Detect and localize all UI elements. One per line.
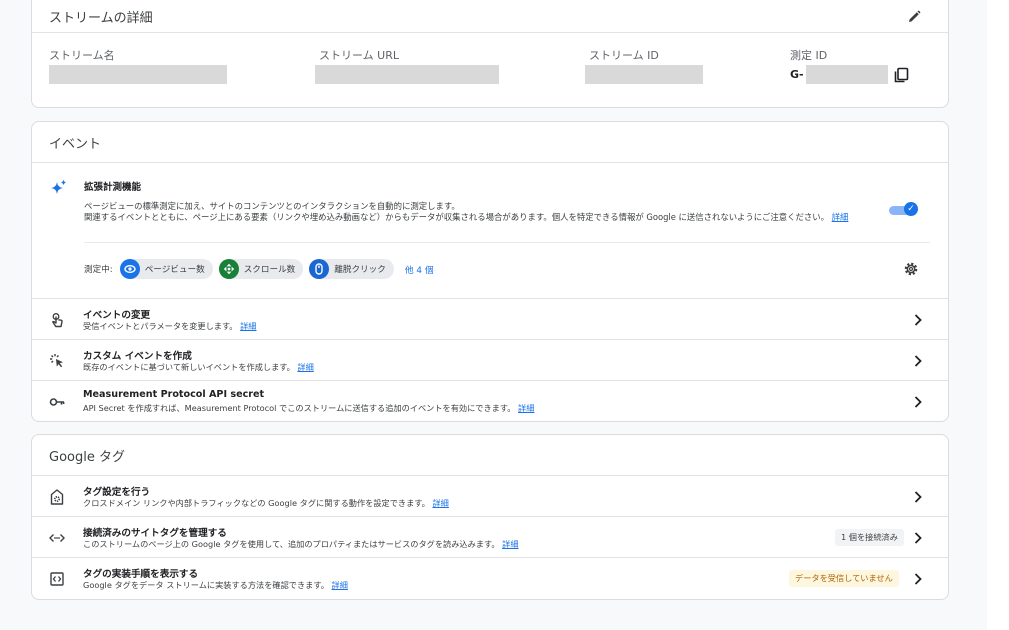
stream-id-field: ストリーム ID — [585, 47, 703, 84]
more-events-link[interactable]: 他 4 個 — [405, 263, 434, 276]
chip-outbound-clicks[interactable]: 離脱クリック — [309, 259, 394, 279]
connected-count-badge: 1 個を接続済み — [835, 529, 904, 546]
enhanced-measurement-section: 拡張計測機能 ページビューの標準測定に加え、サイトのコンテンツとのインタラクショ… — [32, 163, 948, 299]
enhanced-measurement-details-link[interactable]: 詳細 — [832, 212, 849, 222]
events-card: イベント 拡張計測機能 ページビューの標準測定に加え、サイトのコンテンツとのイン… — [31, 121, 949, 422]
scroll-compass-icon — [218, 259, 239, 279]
manage-connected-site-tags-row[interactable]: 接続済みのサイトタグを管理する このストリームのページ上の Google タグを… — [32, 517, 948, 558]
tag-settings-icon — [50, 489, 64, 505]
create-custom-event-row[interactable]: カスタム イベントを作成 既存のイベントに基づいて新しいイベントを作成します。 … — [32, 340, 948, 381]
manage-connected-site-tags-details-link[interactable]: 詳細 — [502, 539, 518, 549]
touch-hand-icon — [52, 313, 63, 328]
measurement-id-prefix: G- — [790, 68, 804, 81]
enhanced-measurement-title: 拡張計測機能 — [84, 182, 142, 193]
modify-events-details-link[interactable]: 詳細 — [240, 321, 256, 331]
code-arrows-icon — [49, 534, 65, 542]
chip-scrolls[interactable]: スクロール数 — [218, 259, 304, 279]
edit-pencil-icon[interactable] — [906, 9, 922, 25]
view-tag-instructions-row[interactable]: タグの実装手順を表示する Google タグをデータ ストリームに実装する方法を… — [32, 558, 948, 599]
stream-id-value-redacted — [585, 65, 703, 84]
stream-name-value-redacted — [49, 65, 227, 84]
gear-icon[interactable] — [903, 261, 919, 277]
chevron-right-icon — [914, 491, 922, 503]
create-custom-event-details-link[interactable]: 詳細 — [297, 362, 313, 372]
code-frame-icon — [50, 572, 64, 586]
modify-events-row[interactable]: イベントの変更 受信イベントとパラメータを変更します。 詳細 — [32, 299, 948, 340]
no-data-received-badge: データを受信していません — [789, 570, 899, 587]
check-icon: ✓ — [904, 202, 918, 216]
cursor-click-icon — [50, 354, 63, 368]
enhanced-measurement-description: ページビューの標準測定に加え、サイトのコンテンツとのインタラクションを自動的に測… — [84, 201, 849, 222]
scrollbar-area — [987, 0, 1009, 630]
stream-url-value-redacted — [315, 65, 499, 84]
configure-tag-settings-row[interactable]: タグ設定を行う クロスドメイン リンクや内部トラフィックなどの Google タ… — [32, 476, 948, 517]
stream-url-field: ストリーム URL — [315, 47, 499, 84]
view-tag-instructions-details-link[interactable]: 詳細 — [332, 580, 348, 590]
key-icon — [49, 398, 65, 406]
chevron-right-icon — [914, 532, 922, 544]
stream-name-field: ストリーム名 — [49, 47, 227, 84]
chevron-right-icon — [914, 396, 922, 408]
chevron-right-icon — [914, 573, 922, 585]
events-title: イベント — [49, 136, 102, 152]
measurement-protocol-details-link[interactable]: 詳細 — [518, 403, 534, 413]
configure-tag-settings-details-link[interactable]: 詳細 — [432, 498, 448, 508]
eye-icon — [119, 259, 140, 279]
mouse-icon — [309, 259, 330, 279]
google-tag-card: Google タグ タグ設定を行う クロスドメイン リンクや内部トラフィックなど… — [31, 434, 949, 600]
chevron-right-icon — [914, 355, 922, 367]
measurement-id-field: 測定 ID G- — [790, 47, 908, 84]
measuring-label: 測定中: — [84, 265, 113, 275]
chevron-right-icon — [914, 314, 922, 326]
measurement-id-value-redacted — [805, 65, 888, 84]
measurement-protocol-row[interactable]: Measurement Protocol API secret API Secr… — [32, 381, 948, 421]
divider — [84, 242, 930, 243]
chip-page-views[interactable]: ページビュー数 — [119, 259, 213, 279]
stream-details-card: ストリームの詳細 ストリーム名 ストリーム URL ストリーム ID 測定 ID… — [31, 0, 949, 108]
stream-details-title: ストリームの詳細 — [49, 11, 153, 26]
enhanced-measurement-toggle[interactable]: ✓ — [889, 202, 918, 216]
sparkle-icon — [51, 179, 67, 194]
google-tag-title: Google タグ — [49, 449, 125, 465]
measuring-events: 測定中: ページビュー数 スクロール数 離脱クリック 他 4 個 — [84, 259, 434, 279]
copy-icon[interactable] — [894, 67, 909, 83]
page: ストリームの詳細 ストリーム名 ストリーム URL ストリーム ID 測定 ID… — [0, 0, 987, 630]
